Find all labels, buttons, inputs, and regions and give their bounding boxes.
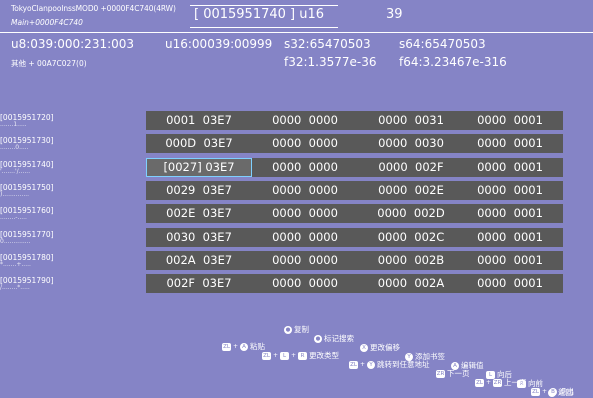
r-button-icon: R <box>298 351 308 360</box>
zr-button-icon: ZR <box>493 378 503 387</box>
memory-cell[interactable]: 0000 0000 <box>252 181 358 200</box>
memory-cell[interactable]: 0000 002B <box>358 251 464 270</box>
header-divider <box>0 32 593 33</box>
row-ascii: ........-..... <box>0 214 27 221</box>
memory-cell[interactable]: 0000 0000 <box>252 204 358 223</box>
zl-button-icon: ZL <box>262 351 271 360</box>
zl-button-icon: ZL <box>222 342 231 351</box>
selected-memory-cell[interactable]: [0027] 03E7 <box>146 158 252 177</box>
a-button-icon: A <box>240 342 249 351</box>
zl-button-icon: ZL <box>531 387 540 396</box>
memory-cell[interactable]: 0000 0000 <box>252 274 358 293</box>
row-ascii: 0.............. <box>0 238 31 245</box>
memory-cell[interactable]: 0000 0001 <box>457 228 563 247</box>
exit-hint[interactable]: ZL + B 退出 <box>531 386 574 397</box>
row-ascii: *.......+..... <box>0 261 31 268</box>
l-button-icon: L <box>280 351 290 360</box>
memory-cell[interactable]: 002F 03E7 <box>146 274 252 293</box>
memory-cell[interactable]: 0000 002D <box>358 204 464 223</box>
b-button-icon: B <box>549 387 558 396</box>
memory-cell[interactable]: 0000 0000 <box>252 111 358 130</box>
u16-value: u16:00039:00999 <box>165 37 273 51</box>
s32-value: s32:65470503 <box>284 37 371 51</box>
memory-cell[interactable]: 0000 0001 <box>457 274 563 293</box>
change-type-label: 更改类型 <box>309 351 340 360</box>
memory-cell[interactable]: 0000 0001 <box>457 134 563 153</box>
zl-button-icon: ZL <box>349 360 358 369</box>
memory-cell[interactable]: 0000 0001 <box>457 204 563 223</box>
f64-value: f64:3.23467e-316 <box>399 55 507 69</box>
memory-cell[interactable]: 0000 0001 <box>457 111 563 130</box>
memory-cell[interactable]: 0000 002C <box>358 228 464 247</box>
s64-value: s64:65470503 <box>399 37 486 51</box>
zl-button-icon: ZL <box>475 378 484 387</box>
prev-page-label: 上一页 <box>504 378 527 387</box>
next-page-hint[interactable]: ZR 下一页 <box>436 368 470 379</box>
goto-address-label: 跳转到任意地址 <box>377 360 430 369</box>
memory-cell[interactable]: 0000 0001 <box>457 181 563 200</box>
memory-cell[interactable]: 0000 0000 <box>252 158 358 177</box>
current-address: [ 0015951740 ] u16 <box>194 7 325 22</box>
change-type-hint[interactable]: ZL + L + R 更改类型 <box>262 350 339 361</box>
memory-cell[interactable]: 002E 03E7 <box>146 204 252 223</box>
memory-cell[interactable]: 0000 0030 <box>358 134 464 153</box>
paste-hint[interactable]: ZL + A 粘贴 <box>222 341 265 352</box>
module-path: TokyoClanpoolnssMOD0 +0000F4C740(4RW) <box>11 4 176 13</box>
prev-page-hint[interactable]: ZL + ZR 上一页 <box>475 377 527 388</box>
row-ascii: '.......'/...... <box>0 168 31 175</box>
memory-cell[interactable]: 0000 0000 <box>252 134 358 153</box>
row-ascii: .......1..... <box>0 121 27 128</box>
memory-cell[interactable]: 0000 002A <box>358 274 464 293</box>
u8-value: u8:039:000:231:003 <box>11 37 135 51</box>
exit-label: 退出 <box>559 387 575 396</box>
f32-value: f32:1.3577e-36 <box>284 55 377 69</box>
next-page-label: 下一页 <box>447 369 470 378</box>
goto-address-hint[interactable]: ZL + Y 跳转到任意地址 <box>349 359 430 370</box>
main-offset: Main+0000F4C740 <box>11 18 83 27</box>
memory-cell[interactable]: 0030 03E7 <box>146 228 252 247</box>
other-value: 其他 + 00A7C027(0) <box>11 59 87 68</box>
memory-cell[interactable]: 0000 0000 <box>252 251 358 270</box>
memory-cell[interactable]: 0000 0001 <box>457 251 563 270</box>
row-ascii: ........0..... <box>0 144 29 151</box>
zr-button-icon: ZR <box>436 369 445 378</box>
memory-cell[interactable]: 0000 0031 <box>358 111 464 130</box>
memory-cell[interactable]: 0000 002F <box>358 158 464 177</box>
value-count: 39 <box>386 7 403 22</box>
memory-cell[interactable]: 0000 0001 <box>457 158 563 177</box>
memory-cell[interactable]: 000D 03E7 <box>146 134 252 153</box>
row-ascii: /........*..... <box>0 284 30 291</box>
row-ascii: ).............. <box>0 191 30 198</box>
memory-cell[interactable]: 0000 0000 <box>252 228 358 247</box>
memory-cell[interactable]: 0029 03E7 <box>146 181 252 200</box>
memory-cell[interactable]: 0000 002E <box>358 181 464 200</box>
footer-hints-row2: ZL + A 粘贴 ZL + L + R 更改类型 ZL + Y 跳转到任意地址 ZR … <box>0 323 593 396</box>
y-button-icon: Y <box>367 360 376 369</box>
memory-cell[interactable]: 0001 03E7 <box>146 111 252 130</box>
header-bar: TokyoClanpoolnssMOD0 +0000F4C740(4RW) Ma… <box>0 0 593 32</box>
memory-cell[interactable]: 002A 03E7 <box>146 251 252 270</box>
